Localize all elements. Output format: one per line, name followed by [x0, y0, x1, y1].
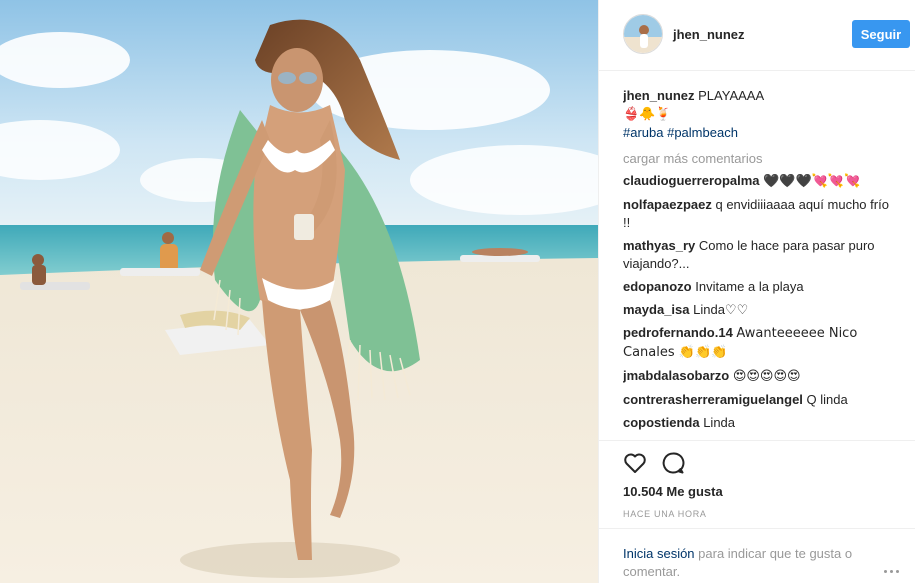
login-link[interactable]: Inicia sesión [623, 546, 695, 561]
post-side-panel: jhen_nunez Seguir jhen_nunez PLAYAAAA 👙🐥… [598, 0, 915, 583]
avatar-image [624, 15, 662, 53]
caption-hashtags[interactable]: #aruba #palmbeach [623, 125, 738, 140]
comment: mayda_isa Linda♡♡ [623, 301, 893, 319]
comment-text: Linda♡♡ [693, 302, 749, 317]
follow-button[interactable]: Seguir [852, 20, 910, 48]
more-options-button[interactable] [884, 565, 908, 577]
comment-username[interactable]: mathyas_ry [623, 238, 695, 253]
comment-username[interactable]: claudioguerreropalma [623, 173, 760, 188]
caption-text: PLAYAAAA [698, 88, 765, 103]
caption: jhen_nunez PLAYAAAA 👙🐥🍹 #aruba #palmbeac… [623, 87, 893, 142]
comment-text: 😍😍😍😍😍 [732, 369, 801, 384]
login-prompt: Inicia sesión para indicar que te gusta … [599, 528, 915, 583]
cup [294, 214, 314, 240]
comment-username[interactable]: contrerasherreramiguelangel [623, 392, 803, 407]
post-timestamp: HACE UNA HORA [623, 509, 707, 519]
post-photo[interactable] [0, 0, 598, 583]
comment-username[interactable]: jmabdalasobarzo [623, 368, 729, 383]
heart-outline-icon [624, 453, 646, 473]
comments-list[interactable]: jhen_nunez PLAYAAAA 👙🐥🍹 #aruba #palmbeac… [623, 87, 893, 439]
comment: edopanozo Invitame a la playa [623, 278, 893, 296]
more-dot-icon [890, 569, 893, 573]
comment: copostienda Linda [623, 414, 893, 432]
comment-username[interactable]: copostienda [623, 415, 700, 430]
comment-text: Q linda [806, 392, 848, 407]
more-dot-icon [884, 569, 887, 573]
avatar[interactable] [623, 14, 663, 54]
comment-username[interactable]: nolfapaezpaez [623, 197, 712, 212]
beach-photo-illustration [0, 0, 598, 583]
login-text: Inicia sesión para indicar que te gusta … [623, 545, 883, 581]
comment: jmabdalasobarzo 😍😍😍😍😍 [623, 367, 893, 386]
header-username[interactable]: jhen_nunez [673, 27, 745, 42]
more-dot-icon [896, 569, 899, 573]
post-header: jhen_nunez Seguir [599, 0, 915, 71]
comment-text: Invitame a la playa [695, 279, 804, 294]
comment-text: Linda [703, 415, 736, 430]
comment: mathyas_ry Como le hace para pasar puro … [623, 237, 893, 273]
comment: contrerasherreramiguelangel Q linda [623, 391, 893, 409]
comment-username[interactable]: mayda_isa [623, 302, 690, 317]
comment: claudioguerreropalma 🖤🖤🖤💘💘💘 [623, 172, 893, 191]
comment-username[interactable]: pedrofernando.14 [623, 325, 733, 340]
instagram-post: jhen_nunez Seguir jhen_nunez PLAYAAAA 👙🐥… [0, 0, 915, 583]
caption-username[interactable]: jhen_nunez [623, 88, 695, 103]
post-actions: 10.504 Me gusta HACE UNA HORA [599, 440, 915, 540]
caption-emojis: 👙🐥🍹 [623, 107, 672, 122]
speech-bubble-icon [662, 452, 685, 474]
likes-count[interactable]: 10.504 Me gusta [623, 484, 723, 499]
comment: pedrofernando.14 Awanteeeeee Nico Canale… [623, 324, 893, 362]
like-button[interactable] [621, 449, 649, 477]
comment-username[interactable]: edopanozo [623, 279, 692, 294]
comment: nolfapaezpaez q envidiiiaaaa aquí mucho … [623, 196, 893, 232]
comment-button[interactable] [659, 449, 687, 477]
comment-text: 🖤🖤🖤💘💘💘 [763, 174, 861, 189]
load-more-comments-link[interactable]: cargar más comentarios [623, 150, 893, 168]
